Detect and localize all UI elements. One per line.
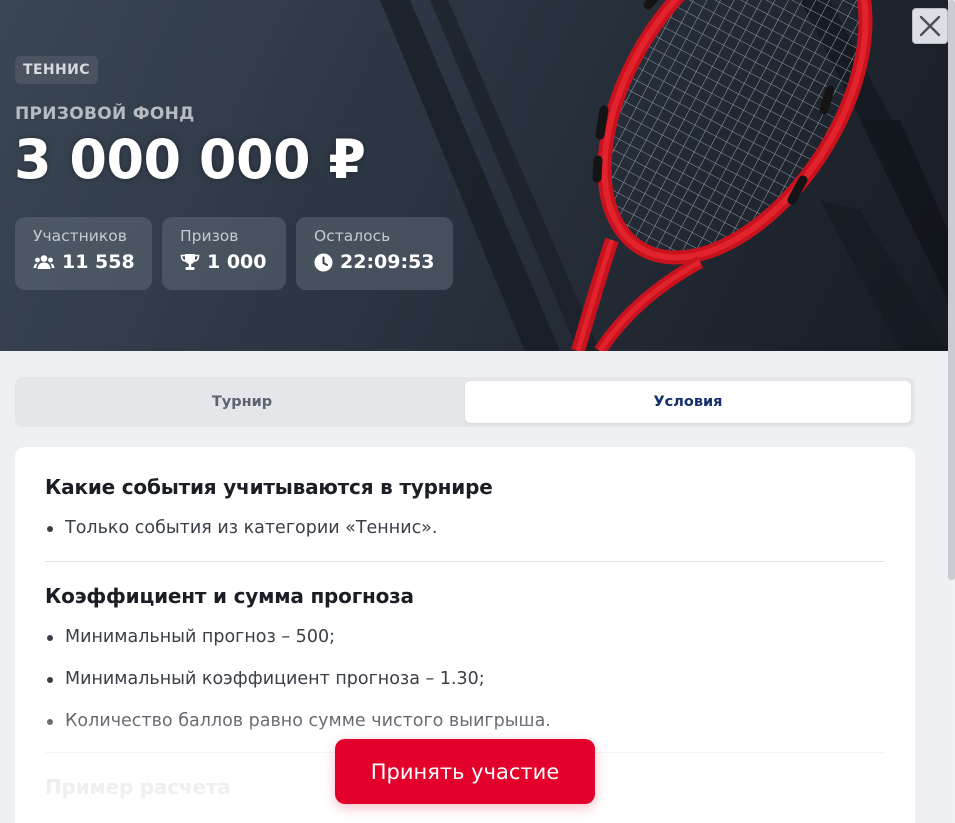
list-item: Минимальный прогноз – 500; [45, 626, 885, 648]
join-tournament-button[interactable]: Принять участие [335, 739, 595, 804]
scrollbar-thumb[interactable] [948, 0, 955, 580]
stat-value: 11 558 [62, 251, 135, 273]
close-button[interactable] [912, 8, 948, 44]
clock-icon [314, 253, 333, 271]
list-item: Минимальный коэффициент прогноза – 1.30; [45, 668, 885, 690]
prize-fund-value: 3 000 000 ₽ [14, 128, 366, 191]
stat-value: 1 000 [207, 251, 267, 273]
bullet-list: Только события из категории «Теннис». [45, 517, 885, 539]
stat-time-left: Осталось 22:09:53 [296, 217, 453, 290]
list-item: Только события из категории «Теннис». [45, 517, 885, 539]
stat-label: Призов [180, 227, 239, 245]
stat-label: Осталось [314, 227, 391, 245]
prize-fund-label: ПРИЗОВОЙ ФОНД [15, 104, 195, 124]
conditions-section-odds: Коэффициент и сумма прогноза Минимальный… [45, 584, 885, 732]
tab-conditions[interactable]: Условия [465, 381, 911, 423]
tournament-tabs: Турнир Условия [15, 377, 915, 427]
conditions-section-events: Какие события учитываются в турнире Толь… [45, 475, 885, 539]
stat-prizes: Призов 1 000 [162, 217, 286, 290]
trophy-icon [180, 254, 200, 270]
stat-label: Участников [33, 227, 127, 245]
sport-badge: ТЕННИС [15, 56, 98, 84]
users-icon [33, 255, 55, 269]
close-icon [919, 15, 941, 37]
tab-tournament[interactable]: Турнир [19, 381, 465, 423]
tournament-hero: ТЕННИС ПРИЗОВОЙ ФОНД 3 000 000 ₽ Участни… [0, 0, 948, 351]
section-title: Коэффициент и сумма прогноза [45, 584, 414, 608]
bullet-list: Минимальный прогноз – 500; Минимальный к… [45, 626, 885, 732]
stat-value: 22:09:53 [340, 251, 435, 273]
list-item: Количество баллов равно сумме чистого вы… [45, 710, 885, 732]
divider [45, 561, 885, 562]
stat-participants: Участников 11 558 [15, 217, 152, 290]
section-title: Какие события учитываются в турнире [45, 475, 493, 499]
